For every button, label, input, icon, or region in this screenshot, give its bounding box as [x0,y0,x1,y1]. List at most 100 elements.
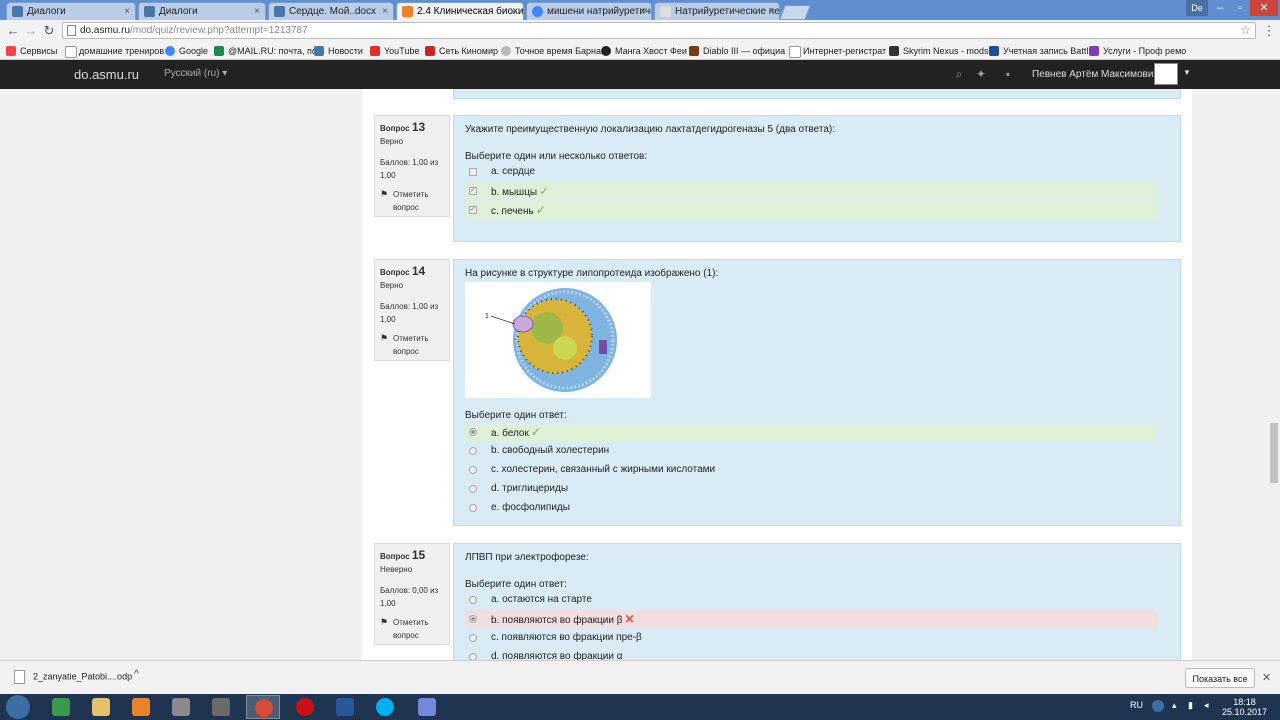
bookmark-item[interactable]: Skyrim Nexus - mods [889,44,989,58]
answer-checkbox[interactable] [469,168,477,176]
close-tab-icon[interactable]: × [512,3,518,20]
taskbar-app[interactable] [164,695,198,719]
browser-tab[interactable]: мишени натрийуретиче... × [526,2,652,20]
close-tab-icon[interactable]: × [640,3,646,20]
apoprotein-blob [512,315,534,333]
forward-button[interactable]: → [22,22,40,40]
bookmark-item[interactable]: Google [165,44,208,58]
chevron-down-icon[interactable]: ▼ [1183,68,1191,77]
browser-tab[interactable]: Сердце. Мой..docx × [268,2,394,20]
answer-radio[interactable] [469,485,477,493]
back-button[interactable]: ← [4,22,22,40]
close-window-button[interactable]: ✕ [1250,0,1278,16]
download-item[interactable]: 2_zanyatie_Patobi....odp [14,670,132,684]
answer-checkbox[interactable] [469,206,477,214]
start-button[interactable] [6,695,30,719]
show-all-downloads-button[interactable]: Показать все [1185,668,1255,688]
bookmark-item[interactable]: Учетная запись Battl [989,44,1088,58]
answer-option[interactable]: a. белок ✓ [465,423,1157,441]
browser-tab[interactable]: Натрийуретические пеп... × [654,2,780,20]
answer-option[interactable]: d. появляются во фракции α [465,648,1157,660]
volume-icon[interactable]: ◂ [1204,700,1209,711]
answer-option[interactable]: d. триглицериды [465,480,1157,498]
menu-icon[interactable]: ⋮ [1260,22,1278,40]
chevron-up-icon[interactable]: ^ [134,669,139,680]
answer-radio[interactable] [469,634,477,642]
taskbar-app[interactable] [368,695,402,719]
taskbar-app[interactable] [84,695,118,719]
search-icon[interactable]: ⌕ [952,67,966,81]
messages-icon[interactable]: ▪ [1001,67,1015,81]
answer-radio[interactable] [469,466,477,474]
bookmark-item[interactable]: Сервисы [6,44,57,58]
taskbar-app[interactable] [328,695,362,719]
answer-radio[interactable] [469,504,477,512]
minimize-button[interactable]: – [1210,0,1230,16]
bookmark-star-icon[interactable]: ☆ [1240,23,1251,37]
close-tab-icon[interactable]: × [124,3,130,20]
bookmark-item[interactable]: @MAIL.RU: почта, по [214,44,317,58]
answer-radio[interactable] [469,615,477,623]
scrollbar-thumb[interactable] [1270,423,1278,483]
answer-radio[interactable] [469,653,477,660]
bookmark-item[interactable]: Манга Хвост Феи [601,44,687,58]
url-field[interactable]: do.asmu.ru/mod/quiz/review.php?attempt=1… [62,22,1256,39]
answer-option[interactable]: b. мышцы✓ [465,182,1157,200]
notifications-icon[interactable]: ✦ [974,67,988,81]
correct-check-icon: ✓ [535,203,546,217]
close-tab-icon[interactable]: × [382,3,388,20]
page-scrollbar[interactable] [1268,89,1280,660]
answer-checkbox[interactable] [469,187,477,195]
close-icon[interactable]: ✕ [1262,671,1271,684]
page-info-icon[interactable] [67,25,76,36]
youtube-icon [370,46,380,56]
taskbar-app-active[interactable] [246,695,280,719]
flag-question-link[interactable]: ⚑ Отметить вопрос [380,188,444,214]
bookmark-item[interactable]: Точное время Барна [501,44,601,58]
bookmark-item[interactable]: домашние трениров [65,44,164,58]
avatar[interactable] [1154,63,1178,85]
answer-option[interactable]: c. холестерин, связанный с жирными кисло… [465,461,1157,479]
bookmark-item[interactable]: Услуги - Проф ремо [1089,44,1186,58]
flag-question-link[interactable]: ⚑ Отметить вопрос [380,616,444,642]
browser-tab[interactable]: Диалоги × [138,2,266,20]
bookmark-item[interactable]: Интернет-регистрат [789,44,886,58]
bookmark-item[interactable]: Diablo III — официа [689,44,785,58]
new-tab-button[interactable] [779,5,811,20]
tray-arrow-icon[interactable]: ▴ [1172,700,1177,711]
close-tab-icon[interactable]: × [254,3,260,20]
answer-option[interactable]: e. фосфолипиды [465,499,1157,517]
answer-option[interactable]: c. печень✓ [465,201,1157,219]
site-brand[interactable]: do.asmu.ru [74,67,139,82]
browser-tab-active[interactable]: 2.4 Клиническая биохи... × [396,2,524,20]
answer-option[interactable]: b. свободный холестерин [465,442,1157,460]
answer-option[interactable]: a. сердце [465,163,1157,181]
language-indicator[interactable]: RU [1130,700,1143,710]
profile-badge[interactable]: De [1186,0,1208,16]
taskbar-app[interactable] [288,695,322,719]
answer-radio[interactable] [469,447,477,455]
answer-option[interactable]: b. появляются во фракции β ✕ [465,610,1157,628]
bookmark-item[interactable]: Сеть Киномир [425,44,498,58]
taskbar-app[interactable] [44,695,78,719]
network-icon[interactable]: ▮ [1188,700,1193,711]
flag-question-link[interactable]: ⚑ Отметить вопрос [380,332,444,358]
taskbar-app[interactable] [124,695,158,719]
language-menu[interactable]: Русский (ru) ▾ [164,68,227,79]
user-name[interactable]: Певнев Артём Максимович [1032,69,1159,80]
browser-tab[interactable]: Диалоги × [6,2,136,20]
system-clock[interactable]: 18:18 25.10.2017 [1222,697,1267,717]
reload-button[interactable]: ↻ [40,22,58,40]
answer-radio[interactable] [469,428,477,436]
answer-radio[interactable] [469,596,477,604]
flag-icon: ⚑ [380,617,389,627]
answer-option[interactable]: a. остаются на старте [465,591,1157,609]
taskbar-app[interactable] [410,695,444,719]
answer-option[interactable]: c. появляются во фракции пре-β [465,629,1157,647]
help-icon[interactable] [1152,700,1164,712]
taskbar-app[interactable] [204,695,238,719]
bookmark-item[interactable]: YouTube [370,44,419,58]
bookmark-item[interactable]: Новости [314,44,363,58]
close-tab-icon[interactable]: × [768,3,774,20]
maximize-button[interactable]: ▫ [1230,0,1250,16]
